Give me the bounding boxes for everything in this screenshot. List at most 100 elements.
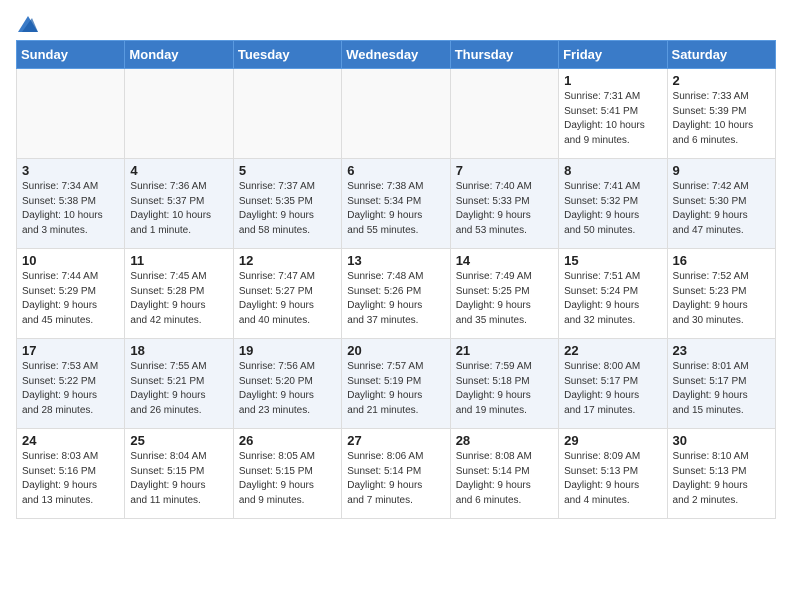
day-number: 18 (130, 343, 227, 358)
day-number: 15 (564, 253, 661, 268)
day-number: 28 (456, 433, 553, 448)
calendar-cell: 12 Sunrise: 7:47 AM Sunset: 5:27 PM Dayli… (233, 249, 341, 339)
day-info: Sunrise: 7:55 AM Sunset: 5:21 PM Dayligh… (130, 360, 227, 418)
calendar-cell: 8 Sunrise: 7:41 AM Sunset: 5:32 PM Daylig… (559, 159, 667, 249)
day-number: 14 (456, 253, 553, 268)
page-header (16, 16, 776, 32)
day-number: 21 (456, 343, 553, 358)
day-info: Sunrise: 7:37 AM Sunset: 5:35 PM Dayligh… (239, 180, 336, 238)
calendar-cell: 28 Sunrise: 8:08 AM Sunset: 5:14 PM Dayli… (450, 429, 558, 519)
day-number: 30 (673, 433, 770, 448)
calendar-cell: 20 Sunrise: 7:57 AM Sunset: 5:19 PM Dayli… (342, 339, 450, 429)
day-info: Sunrise: 8:10 AM Sunset: 5:13 PM Dayligh… (673, 450, 770, 508)
calendar-cell: 6 Sunrise: 7:38 AM Sunset: 5:34 PM Daylig… (342, 159, 450, 249)
day-info: Sunrise: 8:01 AM Sunset: 5:17 PM Dayligh… (673, 360, 770, 418)
calendar-cell: 11 Sunrise: 7:45 AM Sunset: 5:28 PM Dayli… (125, 249, 233, 339)
calendar-cell: 25 Sunrise: 8:04 AM Sunset: 5:15 PM Dayli… (125, 429, 233, 519)
day-number: 3 (22, 163, 119, 178)
day-number: 13 (347, 253, 444, 268)
calendar-cell: 27 Sunrise: 8:06 AM Sunset: 5:14 PM Dayli… (342, 429, 450, 519)
day-info: Sunrise: 7:41 AM Sunset: 5:32 PM Dayligh… (564, 180, 661, 238)
calendar-cell: 30 Sunrise: 8:10 AM Sunset: 5:13 PM Dayli… (667, 429, 775, 519)
day-number: 5 (239, 163, 336, 178)
day-info: Sunrise: 7:33 AM Sunset: 5:39 PM Dayligh… (673, 90, 770, 148)
calendar-cell: 21 Sunrise: 7:59 AM Sunset: 5:18 PM Dayli… (450, 339, 558, 429)
calendar-cell: 9 Sunrise: 7:42 AM Sunset: 5:30 PM Daylig… (667, 159, 775, 249)
calendar-cell: 3 Sunrise: 7:34 AM Sunset: 5:38 PM Daylig… (17, 159, 125, 249)
day-info: Sunrise: 7:51 AM Sunset: 5:24 PM Dayligh… (564, 270, 661, 328)
day-info: Sunrise: 8:03 AM Sunset: 5:16 PM Dayligh… (22, 450, 119, 508)
day-info: Sunrise: 7:59 AM Sunset: 5:18 PM Dayligh… (456, 360, 553, 418)
day-number: 26 (239, 433, 336, 448)
day-number: 7 (456, 163, 553, 178)
day-number: 9 (673, 163, 770, 178)
calendar-week-row: 10 Sunrise: 7:44 AM Sunset: 5:29 PM Dayli… (17, 249, 776, 339)
calendar-week-row: 17 Sunrise: 7:53 AM Sunset: 5:22 PM Dayli… (17, 339, 776, 429)
calendar-cell (450, 69, 558, 159)
day-number: 6 (347, 163, 444, 178)
calendar-week-row: 24 Sunrise: 8:03 AM Sunset: 5:16 PM Dayli… (17, 429, 776, 519)
day-of-week-header: Tuesday (233, 41, 341, 69)
calendar-cell: 10 Sunrise: 7:44 AM Sunset: 5:29 PM Dayli… (17, 249, 125, 339)
day-info: Sunrise: 7:57 AM Sunset: 5:19 PM Dayligh… (347, 360, 444, 418)
calendar-cell: 14 Sunrise: 7:49 AM Sunset: 5:25 PM Dayli… (450, 249, 558, 339)
day-info: Sunrise: 7:56 AM Sunset: 5:20 PM Dayligh… (239, 360, 336, 418)
day-info: Sunrise: 7:47 AM Sunset: 5:27 PM Dayligh… (239, 270, 336, 328)
day-number: 8 (564, 163, 661, 178)
day-info: Sunrise: 8:08 AM Sunset: 5:14 PM Dayligh… (456, 450, 553, 508)
calendar-cell: 13Sunrise: 7:48 AM Sunset: 5:26 PM Dayli… (342, 249, 450, 339)
day-number: 25 (130, 433, 227, 448)
logo-icon (18, 16, 38, 32)
calendar-cell: 4Sunrise: 7:36 AM Sunset: 5:37 PM Daylig… (125, 159, 233, 249)
day-info: Sunrise: 8:04 AM Sunset: 5:15 PM Dayligh… (130, 450, 227, 508)
calendar-table: SundayMondayTuesdayWednesdayThursdayFrid… (16, 40, 776, 519)
day-of-week-header: Friday (559, 41, 667, 69)
day-number: 19 (239, 343, 336, 358)
day-number: 24 (22, 433, 119, 448)
calendar-cell: 23 Sunrise: 8:01 AM Sunset: 5:17 PM Dayli… (667, 339, 775, 429)
day-of-week-header: Thursday (450, 41, 558, 69)
day-of-week-header: Monday (125, 41, 233, 69)
day-info: Sunrise: 7:34 AM Sunset: 5:38 PM Dayligh… (22, 180, 119, 238)
calendar-cell: 26Sunrise: 8:05 AM Sunset: 5:15 PM Dayli… (233, 429, 341, 519)
calendar-header-row: SundayMondayTuesdayWednesdayThursdayFrid… (17, 41, 776, 69)
calendar-cell: 24 Sunrise: 8:03 AM Sunset: 5:16 PM Dayli… (17, 429, 125, 519)
day-of-week-header: Sunday (17, 41, 125, 69)
day-info: Sunrise: 7:38 AM Sunset: 5:34 PM Dayligh… (347, 180, 444, 238)
day-number: 27 (347, 433, 444, 448)
day-info: Sunrise: 7:53 AM Sunset: 5:22 PM Dayligh… (22, 360, 119, 418)
day-of-week-header: Saturday (667, 41, 775, 69)
calendar-cell: 5 Sunrise: 7:37 AM Sunset: 5:35 PM Daylig… (233, 159, 341, 249)
calendar-cell (17, 69, 125, 159)
calendar-cell: 7 Sunrise: 7:40 AM Sunset: 5:33 PM Daylig… (450, 159, 558, 249)
day-number: 10 (22, 253, 119, 268)
day-number: 20 (347, 343, 444, 358)
day-info: Sunrise: 7:31 AM Sunset: 5:41 PM Dayligh… (564, 90, 661, 148)
calendar-cell: 1 Sunrise: 7:31 AM Sunset: 5:41 PM Daylig… (559, 69, 667, 159)
day-number: 12 (239, 253, 336, 268)
calendar-cell (342, 69, 450, 159)
day-of-week-header: Wednesday (342, 41, 450, 69)
calendar-cell: 16 Sunrise: 7:52 AM Sunset: 5:23 PM Dayli… (667, 249, 775, 339)
day-info: Sunrise: 7:49 AM Sunset: 5:25 PM Dayligh… (456, 270, 553, 328)
day-info: Sunrise: 8:06 AM Sunset: 5:14 PM Dayligh… (347, 450, 444, 508)
day-info: Sunrise: 7:52 AM Sunset: 5:23 PM Dayligh… (673, 270, 770, 328)
calendar-cell: 22Sunrise: 8:00 AM Sunset: 5:17 PM Dayli… (559, 339, 667, 429)
day-number: 1 (564, 73, 661, 88)
calendar-cell: 2 Sunrise: 7:33 AM Sunset: 5:39 PM Daylig… (667, 69, 775, 159)
day-number: 16 (673, 253, 770, 268)
day-info: Sunrise: 7:45 AM Sunset: 5:28 PM Dayligh… (130, 270, 227, 328)
day-info: Sunrise: 7:42 AM Sunset: 5:30 PM Dayligh… (673, 180, 770, 238)
calendar-week-row: 3 Sunrise: 7:34 AM Sunset: 5:38 PM Daylig… (17, 159, 776, 249)
day-number: 17 (22, 343, 119, 358)
day-number: 23 (673, 343, 770, 358)
day-number: 2 (673, 73, 770, 88)
logo (16, 16, 38, 32)
day-number: 4 (130, 163, 227, 178)
day-number: 22 (564, 343, 661, 358)
day-info: Sunrise: 7:44 AM Sunset: 5:29 PM Dayligh… (22, 270, 119, 328)
calendar-cell (233, 69, 341, 159)
calendar-week-row: 1 Sunrise: 7:31 AM Sunset: 5:41 PM Daylig… (17, 69, 776, 159)
day-number: 11 (130, 253, 227, 268)
day-info: Sunrise: 7:40 AM Sunset: 5:33 PM Dayligh… (456, 180, 553, 238)
